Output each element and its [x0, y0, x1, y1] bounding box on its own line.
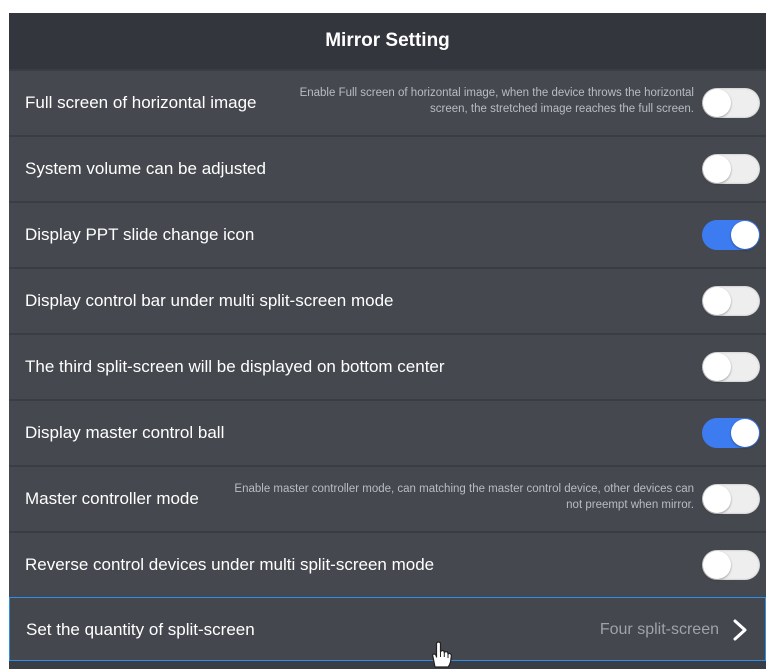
setting-row-control-bar-split: Display control bar under multi split-sc…	[9, 269, 766, 333]
setting-row-reverse-control: Reverse control devices under multi spli…	[9, 533, 766, 597]
setting-label: The third split-screen will be displayed…	[25, 357, 445, 376]
system-volume-toggle[interactable]	[702, 154, 760, 184]
reverse-control-toggle[interactable]	[702, 550, 760, 580]
setting-label: Display PPT slide change icon	[25, 225, 255, 244]
setting-row-ppt-slide-icon: Display PPT slide change icon	[9, 203, 766, 267]
master-control-ball-toggle[interactable]	[702, 418, 760, 448]
toggle-knob	[703, 485, 731, 513]
mirror-setting-panel: Mirror Setting Full screen of horizontal…	[9, 13, 766, 669]
page-title: Mirror Setting	[325, 30, 450, 51]
setting-label: Display master control ball	[25, 423, 225, 442]
toggle-knob	[703, 551, 731, 579]
toggle-knob	[731, 221, 759, 249]
toggle-knob	[703, 353, 731, 381]
control-bar-split-toggle[interactable]	[702, 286, 760, 316]
setting-label: System volume can be adjusted	[25, 159, 266, 178]
setting-row-master-control-ball: Display master control ball	[9, 401, 766, 465]
toggle-knob	[731, 419, 759, 447]
setting-label: Reverse control devices under multi spli…	[25, 555, 435, 574]
setting-row-master-controller-mode: Master controller mode Enable master con…	[9, 467, 766, 531]
setting-row-third-split-bottom: The third split-screen will be displayed…	[9, 335, 766, 399]
split-screen-value: Four split-screen	[599, 621, 719, 638]
hand-pointer-icon	[432, 641, 452, 668]
third-split-bottom-toggle[interactable]	[702, 352, 760, 382]
setting-description: Enable Full screen of horizontal image, …	[299, 87, 694, 115]
setting-label: Master controller mode	[25, 489, 199, 508]
setting-label: Full screen of horizontal image	[25, 93, 257, 112]
master-controller-mode-toggle[interactable]	[702, 484, 760, 514]
toggle-knob	[703, 155, 731, 183]
full-screen-horizontal-toggle[interactable]	[702, 88, 760, 118]
setting-row-system-volume: System volume can be adjusted	[9, 137, 766, 201]
split-screen-quantity-row[interactable]: Set the quantity of split-screen Four sp…	[9, 597, 766, 661]
setting-label: Set the quantity of split-screen	[26, 620, 255, 639]
title-bar: Mirror Setting	[9, 13, 766, 69]
setting-description: Enable master controller mode, can match…	[234, 483, 694, 511]
setting-label: Display control bar under multi split-sc…	[25, 291, 394, 310]
setting-row-full-screen-horizontal: Full screen of horizontal image Enable F…	[9, 71, 766, 135]
toggle-knob	[703, 89, 731, 117]
ppt-slide-icon-toggle[interactable]	[702, 220, 760, 250]
toggle-knob	[703, 287, 731, 315]
chevron-right-icon	[733, 619, 747, 641]
